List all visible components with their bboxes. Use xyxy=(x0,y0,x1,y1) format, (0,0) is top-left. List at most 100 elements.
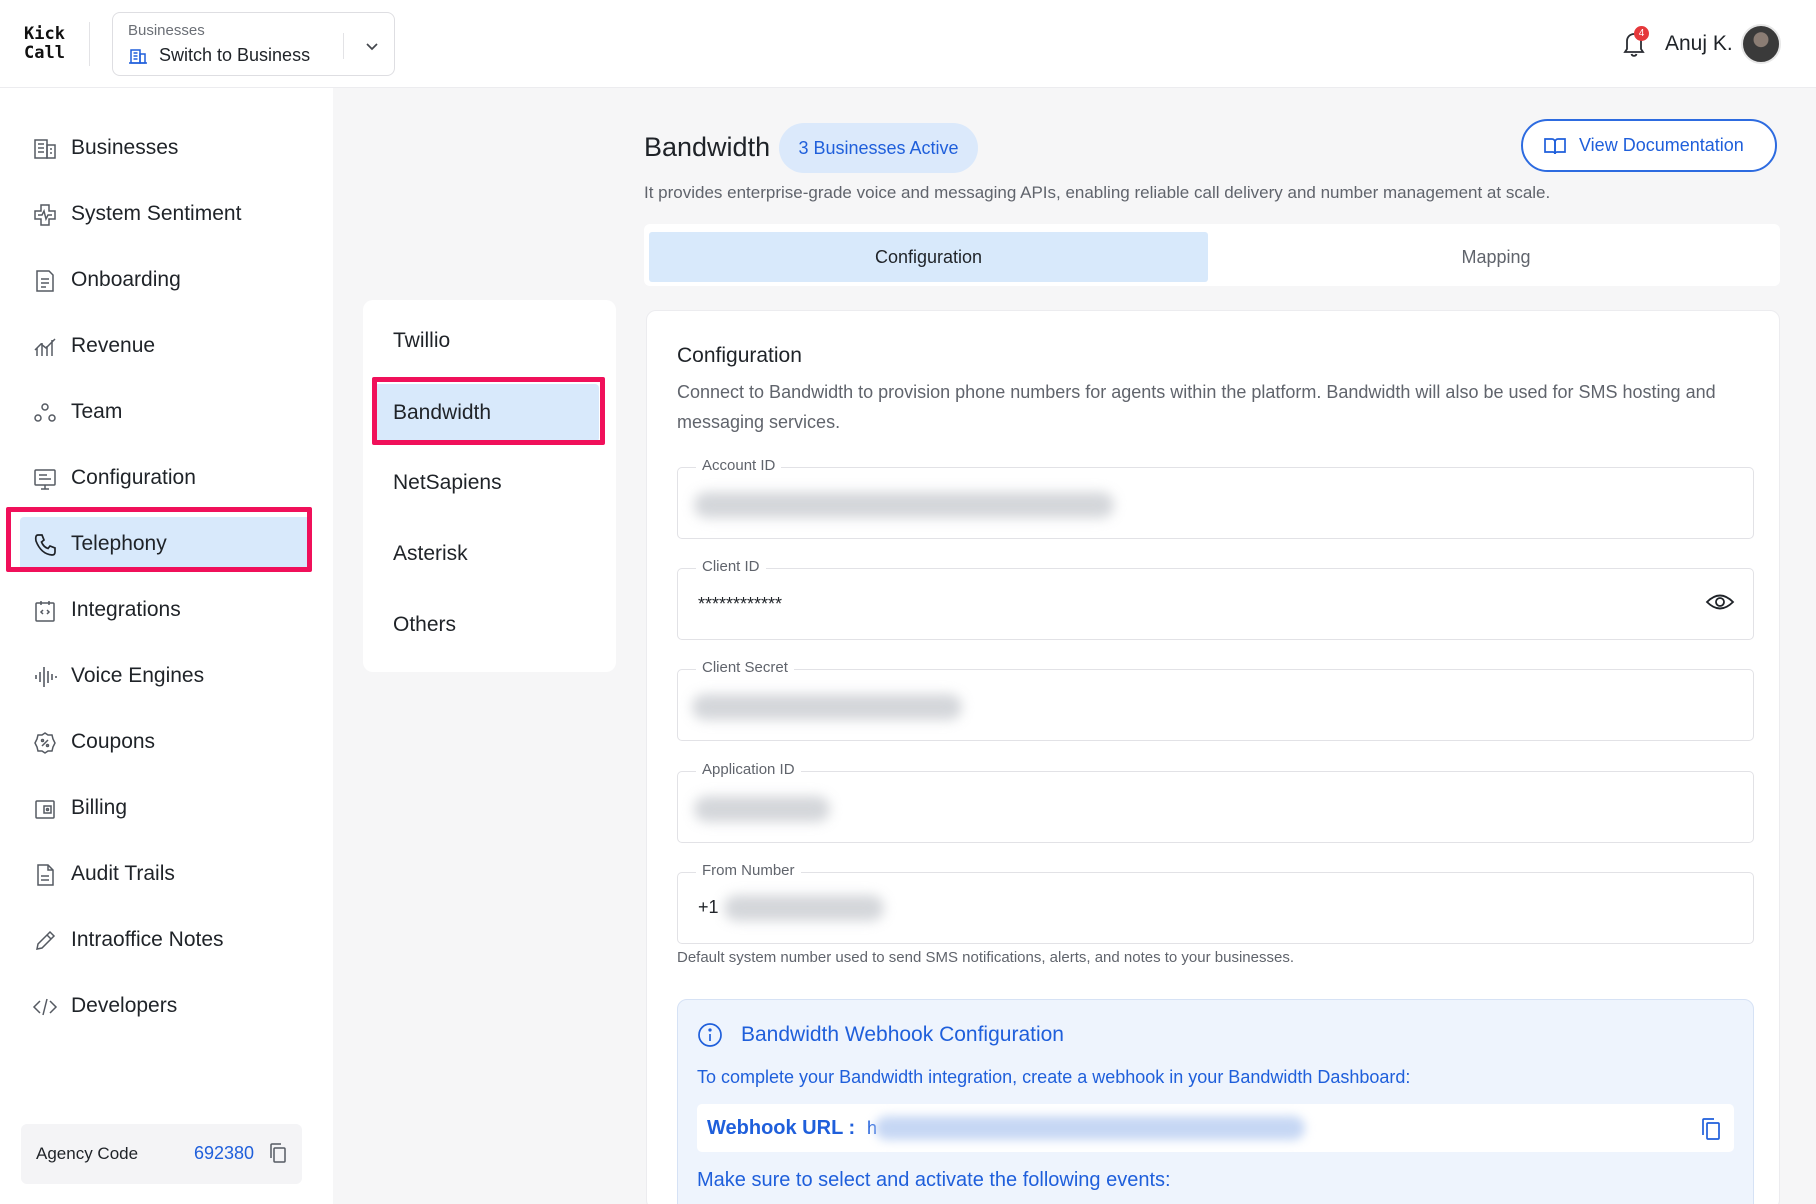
user-name[interactable]: Anuj K. xyxy=(1665,32,1733,56)
page-title: Bandwidth xyxy=(644,132,771,162)
provider-bandwidth[interactable]: Bandwidth xyxy=(373,384,599,442)
provider-label: Twillio xyxy=(393,329,451,352)
agency-code-label: Agency Code xyxy=(36,1144,139,1163)
sidebar-item-developers[interactable]: Developers xyxy=(20,979,310,1034)
waveform-icon xyxy=(35,667,57,687)
redacted-url xyxy=(875,1116,1305,1140)
sidebar-item-label: Integrations xyxy=(71,598,181,621)
tab-mapping[interactable]: Mapping xyxy=(1218,232,1774,282)
webhook-url-label: Webhook URL : xyxy=(707,1117,856,1139)
webhook-url-box: Webhook URL : h xyxy=(697,1104,1734,1152)
switcher-divider xyxy=(343,33,344,59)
provider-asterisk[interactable]: Asterisk xyxy=(373,525,599,583)
from-number-value: +1 xyxy=(698,897,719,917)
app-logo[interactable]: Kick Call xyxy=(24,25,65,63)
provider-label: NetSapiens xyxy=(393,471,502,494)
status-badge: 3 Businesses Active xyxy=(779,123,978,173)
client-id-field[interactable]: Client ID ************ xyxy=(677,558,1754,640)
sidebar: Businesses System Sentiment Onboarding R… xyxy=(0,88,333,1204)
sidebar-item-label: Intraoffice Notes xyxy=(71,928,224,951)
field-label: Client Secret xyxy=(696,659,794,676)
eye-icon[interactable] xyxy=(1705,591,1735,613)
switcher-value: Switch to Business xyxy=(159,45,311,65)
provider-label: Others xyxy=(393,613,457,636)
provider-label: Asterisk xyxy=(393,542,468,565)
info-icon xyxy=(698,1023,722,1047)
sidebar-item-businesses[interactable]: Businesses xyxy=(20,121,310,176)
provider-label: Bandwidth xyxy=(393,401,492,424)
copy-icon[interactable] xyxy=(1700,1116,1722,1142)
redacted-value xyxy=(694,492,1114,518)
provider-list: Twillio Bandwidth NetSapiens Asterisk Ot… xyxy=(363,300,616,672)
client-secret-field[interactable]: Client Secret xyxy=(677,659,1754,741)
monitor-icon xyxy=(34,469,56,490)
sidebar-item-label: Onboarding xyxy=(71,268,181,291)
sidebar-item-label: Audit Trails xyxy=(71,862,175,885)
view-documentation-button[interactable]: View Documentation xyxy=(1521,119,1777,172)
sidebar-item-intraoffice-notes[interactable]: Intraoffice Notes xyxy=(20,913,310,968)
copy-icon[interactable] xyxy=(268,1142,288,1164)
section-description: Connect to Bandwidth to provision phone … xyxy=(677,382,1716,432)
sidebar-item-team[interactable]: Team xyxy=(20,385,310,440)
sidebar-item-label: Telephony xyxy=(71,532,167,555)
sidebar-item-label: Team xyxy=(71,400,123,423)
sidebar-item-coupons[interactable]: Coupons xyxy=(20,715,310,770)
code-box-icon xyxy=(35,601,55,622)
agency-code-box: Agency Code 692380 xyxy=(21,1124,302,1184)
provider-netsapiens[interactable]: NetSapiens xyxy=(373,454,599,512)
configuration-card: Configuration Connect to Bandwidth to pr… xyxy=(646,310,1780,1204)
sidebar-item-billing[interactable]: Billing xyxy=(20,781,310,836)
avatar[interactable] xyxy=(1741,24,1781,64)
from-number-field[interactable]: From Number +1 xyxy=(677,862,1754,944)
phone-icon xyxy=(34,534,56,556)
building-icon xyxy=(129,49,147,64)
tab-bar: Configuration Mapping xyxy=(644,224,1780,286)
chart-icon xyxy=(34,338,56,356)
redacted-value xyxy=(724,895,884,921)
tab-configuration[interactable]: Configuration xyxy=(649,232,1208,282)
sidebar-item-onboarding[interactable]: Onboarding xyxy=(20,253,310,308)
agency-code-value: 692380 xyxy=(194,1143,255,1163)
file-icon xyxy=(37,864,54,886)
sidebar-item-label: Configuration xyxy=(71,466,196,489)
sidebar-item-telephony[interactable]: Telephony xyxy=(20,517,310,572)
from-number-helper: Default system number used to send SMS n… xyxy=(677,949,1294,966)
logo-divider xyxy=(89,22,90,66)
sidebar-item-label: Developers xyxy=(71,994,178,1017)
field-label: From Number xyxy=(696,862,801,879)
sidebar-item-label: Coupons xyxy=(71,730,156,753)
logo-line-2: Call xyxy=(24,43,65,63)
field-label: Account ID xyxy=(696,457,782,474)
sidebar-item-configuration[interactable]: Configuration xyxy=(20,451,310,506)
sidebar-item-integrations[interactable]: Integrations xyxy=(20,583,310,638)
sidebar-item-label: Voice Engines xyxy=(71,664,205,687)
redacted-value xyxy=(692,694,962,720)
sidebar-item-voice-engines[interactable]: Voice Engines xyxy=(20,649,310,704)
redacted-value xyxy=(694,796,830,822)
team-icon xyxy=(34,403,56,422)
sidebar-item-label: System Sentiment xyxy=(71,202,242,225)
section-title: Configuration xyxy=(677,344,802,367)
building-grid-icon xyxy=(34,139,56,159)
sidebar-item-revenue[interactable]: Revenue xyxy=(20,319,310,374)
business-switcher[interactable]: Businesses Switch to Business xyxy=(112,12,395,76)
application-id-field[interactable]: Application ID xyxy=(677,761,1754,843)
account-id-field[interactable]: Account ID xyxy=(677,457,1754,539)
webhook-info-box: Bandwidth Webhook Configuration To compl… xyxy=(677,999,1754,1204)
client-id-value: ************ xyxy=(698,594,783,614)
sidebar-item-system-sentiment[interactable]: System Sentiment xyxy=(20,187,310,242)
code-icon xyxy=(32,998,58,1016)
provider-others[interactable]: Others xyxy=(373,596,599,654)
sidebar-item-audit-trails[interactable]: Audit Trails xyxy=(20,847,310,902)
sidebar-item-label: Businesses xyxy=(71,136,179,159)
provider-twillio[interactable]: Twillio xyxy=(373,312,599,370)
notification-badge: 4 xyxy=(1634,26,1649,41)
sidebar-item-label: Billing xyxy=(71,796,128,819)
webhook-description: To complete your Bandwidth integration, … xyxy=(697,1067,1411,1087)
logo-line-1: Kick xyxy=(24,24,65,44)
webhook-events-note: Make sure to select and activate the fol… xyxy=(697,1169,1171,1191)
view-documentation-label: View Documentation xyxy=(1579,135,1744,155)
chevron-down-icon[interactable] xyxy=(363,37,381,55)
health-plus-icon xyxy=(34,204,56,226)
sidebar-item-label: Revenue xyxy=(71,334,156,357)
